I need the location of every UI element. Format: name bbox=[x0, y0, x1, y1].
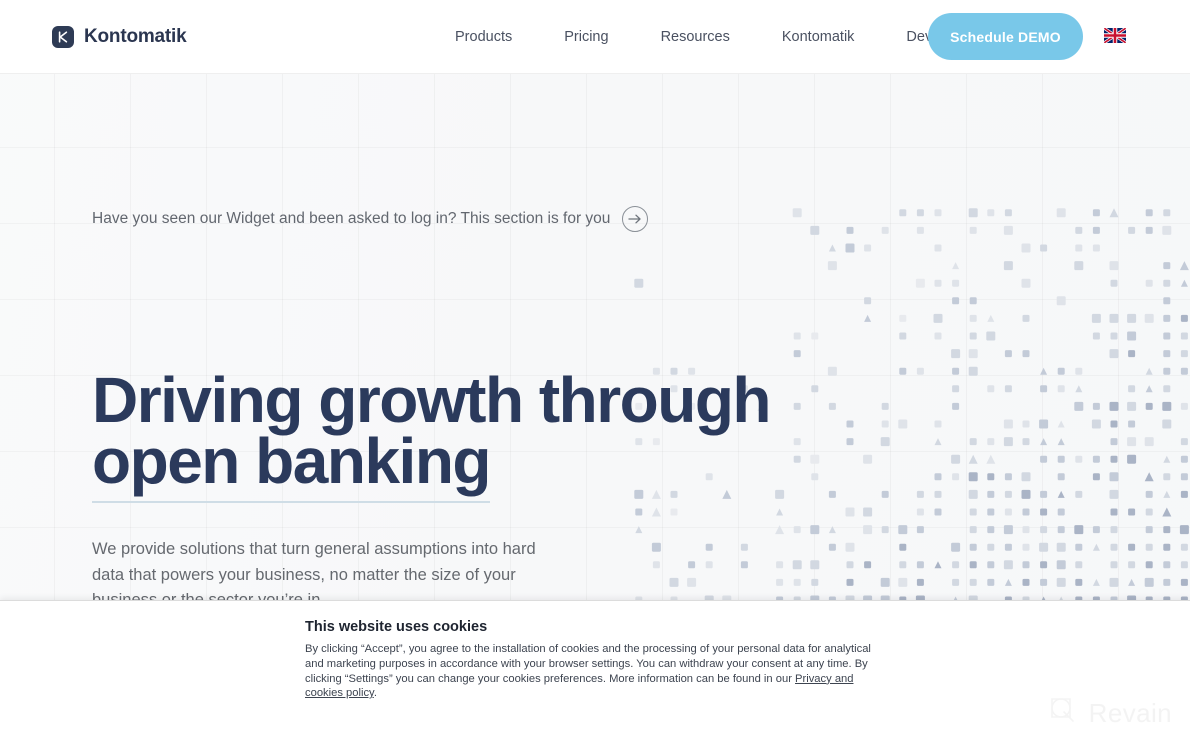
widget-notice-text: Have you seen our Widget and been asked … bbox=[92, 210, 611, 227]
cookie-body-suffix: . bbox=[373, 687, 377, 700]
brand-logo[interactable]: Kontomatik bbox=[52, 25, 187, 48]
kontomatik-k-logo-icon bbox=[52, 25, 74, 48]
revain-watermark: Revain bbox=[1046, 694, 1172, 733]
widget-notice: Have you seen our Widget and been asked … bbox=[92, 206, 649, 232]
page-root: Kontomatik Products Pricing Resources Ko… bbox=[0, 0, 1190, 743]
page-title: Driving growth through open banking bbox=[92, 368, 772, 503]
cookie-body-text: By clicking “Accept”, you agree to the i… bbox=[305, 643, 871, 685]
cookie-text-block: This website uses cookies By clicking “A… bbox=[305, 619, 887, 701]
headline-line-2: open banking bbox=[92, 429, 492, 503]
cookie-banner-title: This website uses cookies bbox=[305, 619, 488, 635]
nav-item-products[interactable]: Products bbox=[455, 29, 512, 45]
cookie-banner-body: By clicking “Accept”, you agree to the i… bbox=[305, 642, 887, 701]
hero-subheadline: We provide solutions that turn general a… bbox=[92, 540, 536, 603]
arrow-right-circle-icon[interactable] bbox=[622, 206, 649, 232]
main-navigation: Products Pricing Resources Kontomatik De… bbox=[455, 29, 974, 45]
schedule-demo-button[interactable]: Schedule DEMO bbox=[928, 13, 1083, 60]
site-header: Kontomatik Products Pricing Resources Ko… bbox=[0, 0, 1190, 73]
brand-name: Kontomatik bbox=[84, 25, 187, 47]
revain-watermark-label: Revain bbox=[1088, 698, 1172, 728]
hero-grid-lines bbox=[0, 74, 1190, 603]
cookie-consent-banner: This website uses cookies By clicking “A… bbox=[0, 600, 1190, 743]
nav-item-pricing[interactable]: Pricing bbox=[564, 29, 608, 45]
uk-flag-icon[interactable] bbox=[1104, 28, 1126, 43]
decorative-dot-pattern bbox=[634, 208, 1189, 603]
hero-background-wash bbox=[0, 74, 1190, 603]
revain-logo-icon bbox=[1046, 694, 1080, 733]
hero-section: Have you seen our Widget and been asked … bbox=[0, 73, 1190, 603]
nav-item-resources[interactable]: Resources bbox=[661, 29, 730, 45]
nav-item-kontomatik[interactable]: Kontomatik bbox=[782, 29, 855, 45]
